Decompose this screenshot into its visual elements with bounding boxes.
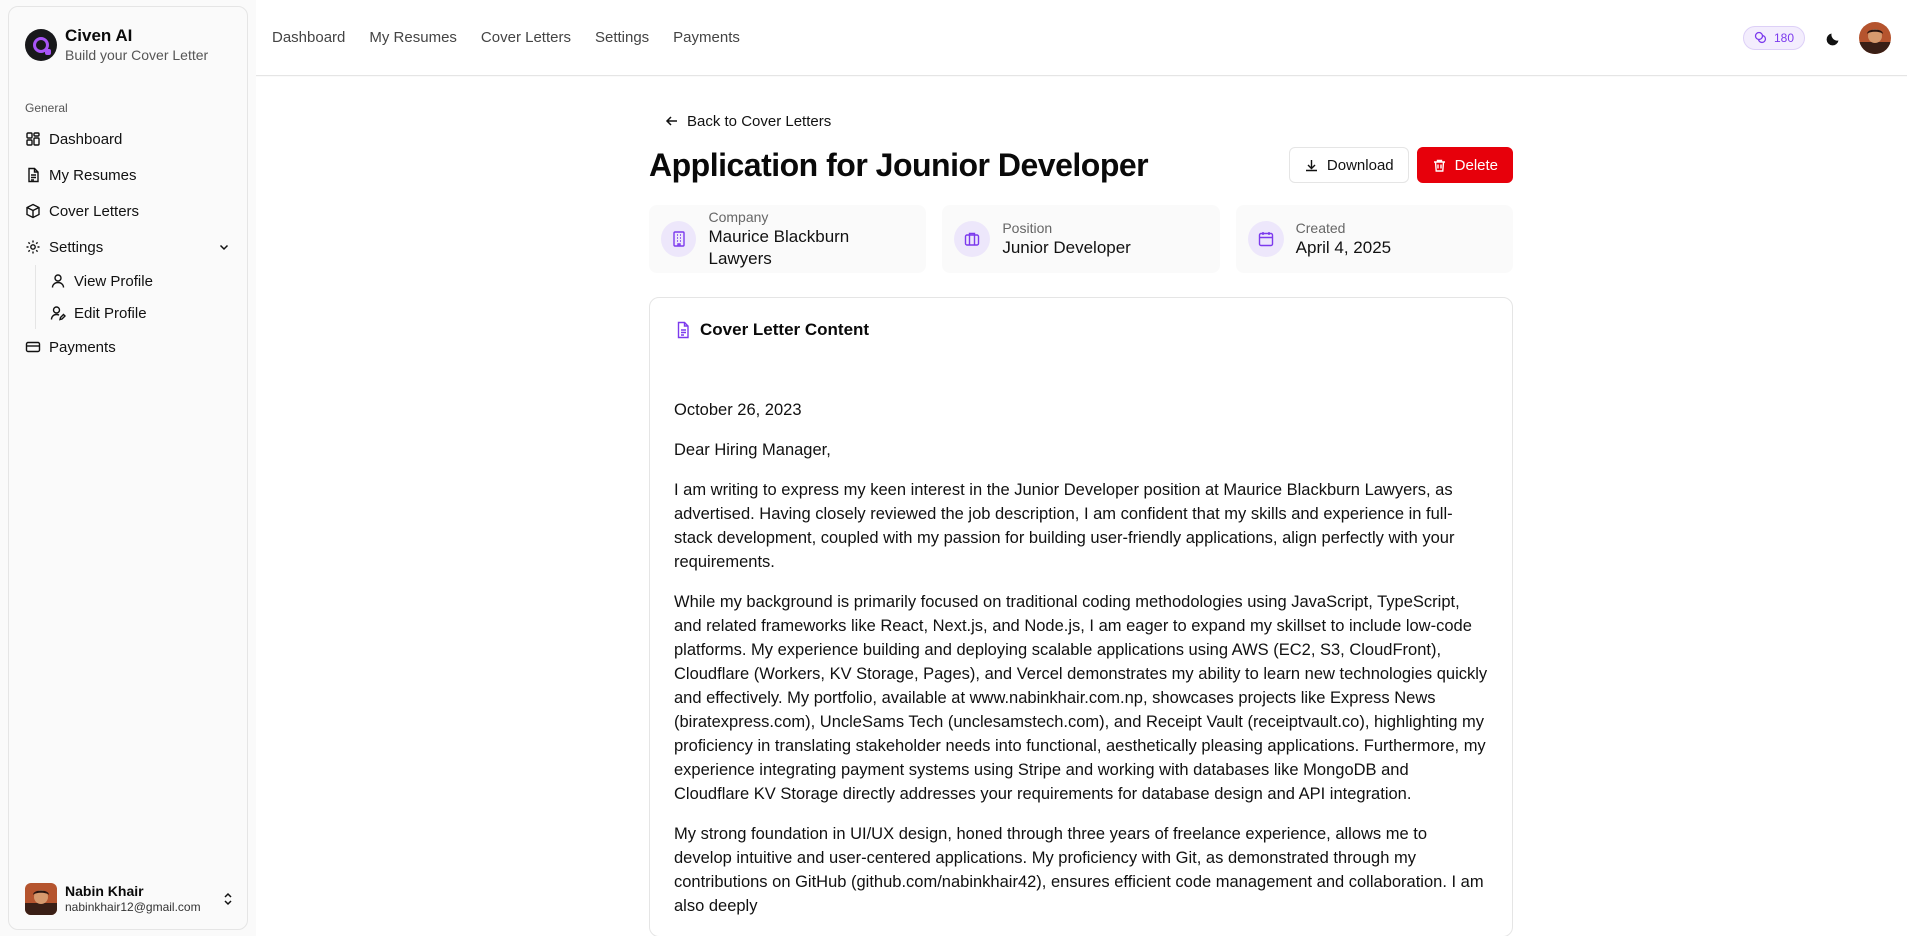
- info-label: Position: [1002, 220, 1053, 236]
- brand[interactable]: Civen AI Build your Cover Letter: [9, 7, 247, 67]
- info-label: Company: [708, 209, 769, 225]
- back-link-label: Back to Cover Letters: [687, 112, 832, 130]
- back-link[interactable]: Back to Cover Letters: [665, 111, 1513, 131]
- download-button[interactable]: Download: [1288, 147, 1409, 183]
- sidebar-group-label: General: [25, 101, 68, 115]
- chevron-down-icon[interactable]: [217, 240, 231, 254]
- topnav-dashboard[interactable]: Dashboard: [272, 29, 345, 46]
- sidebar-item-view-profile[interactable]: View Profile: [50, 265, 247, 297]
- sidebar-item-label: Cover Letters: [49, 202, 140, 220]
- sidebar-item-settings[interactable]: Settings: [9, 229, 247, 265]
- topnav-settings[interactable]: Settings: [595, 29, 649, 46]
- sidebar: Civen AI Build your Cover Letter General…: [8, 6, 248, 930]
- brand-logo-icon: [25, 29, 57, 61]
- delete-button[interactable]: Delete: [1416, 147, 1513, 183]
- info-label: Created: [1295, 220, 1346, 236]
- credits-count: 180: [1773, 30, 1794, 45]
- chevrons-up-down-icon: [224, 892, 232, 906]
- settings-submenu: View Profile Edit Profile: [35, 265, 247, 329]
- info-card-created: Created April 4, 2025: [1235, 205, 1513, 273]
- sidebar-item-label: Payments: [49, 338, 116, 356]
- top-nav: Dashboard My Resumes Cover Letters Setti…: [272, 29, 740, 46]
- package-icon: [26, 203, 40, 219]
- moon-icon[interactable]: [1825, 29, 1843, 47]
- info-card-position: Position Junior Developer: [942, 205, 1220, 273]
- sidebar-item-cover-letters[interactable]: Cover Letters: [9, 193, 247, 229]
- info-cards: Company Maurice Blackburn Lawyers Positi…: [649, 205, 1513, 273]
- calendar-icon: [1247, 221, 1284, 257]
- brand-subtitle: Build your Cover Letter: [65, 47, 209, 63]
- gear-icon: [26, 240, 40, 254]
- coins-icon: [1754, 31, 1767, 43]
- credits-badge[interactable]: 180: [1742, 25, 1805, 50]
- user-name: Nabin Khair: [65, 883, 144, 899]
- download-label: Download: [1326, 156, 1394, 174]
- info-value: Junior Developer: [1002, 238, 1131, 257]
- sidebar-item-label: Edit Profile: [74, 304, 147, 322]
- letter-salutation: Dear Hiring Manager,: [674, 441, 831, 459]
- letter-paragraph: I am writing to express my keen interest…: [674, 481, 1455, 571]
- sidebar-item-label: Dashboard: [49, 130, 123, 148]
- file-text-icon: [28, 167, 39, 183]
- sidebar-item-edit-profile[interactable]: Edit Profile: [50, 297, 247, 329]
- info-value: Maurice Blackburn Lawyers: [708, 227, 850, 268]
- cover-letter-card: Cover Letter Content October 26, 2023 De…: [649, 297, 1513, 936]
- user-email: nabinkhair12@gmail.com: [65, 900, 201, 914]
- topnav-cover-letters[interactable]: Cover Letters: [481, 29, 571, 46]
- briefcase-icon: [954, 221, 991, 257]
- user-menu[interactable]: Nabin Khair nabinkhair12@gmail.com: [9, 879, 247, 919]
- card-header: Cover Letter Content: [674, 320, 1488, 340]
- cover-letter-body: October 26, 2023 Dear Hiring Manager, I …: [674, 398, 1488, 918]
- page-title: Application for Jounior Developer: [649, 146, 1149, 183]
- topnav-my-resumes[interactable]: My Resumes: [369, 29, 457, 46]
- sidebar-item-label: View Profile: [74, 272, 153, 290]
- arrow-left-icon: [665, 116, 677, 126]
- user-icon: [51, 274, 65, 288]
- main-content: Back to Cover Letters Application for Jo…: [256, 77, 1907, 936]
- file-text-icon: [677, 321, 689, 339]
- info-value: April 4, 2025: [1295, 238, 1392, 257]
- brand-name: Civen AI: [65, 26, 133, 45]
- letter-paragraph: While my background is primarily focused…: [674, 593, 1488, 803]
- sidebar-item-payments[interactable]: Payments: [9, 329, 247, 365]
- building-icon: [661, 221, 697, 257]
- delete-label: Delete: [1454, 156, 1498, 174]
- trash-icon: [1433, 159, 1445, 172]
- grid-icon: [26, 132, 40, 146]
- user-pen-icon: [50, 306, 66, 321]
- letter-date: October 26, 2023: [674, 401, 802, 419]
- sidebar-item-dashboard[interactable]: Dashboard: [9, 121, 247, 157]
- credit-card-icon: [25, 341, 41, 353]
- sidebar-item-my-resumes[interactable]: My Resumes: [9, 157, 247, 193]
- user-avatar-button[interactable]: [1859, 21, 1891, 54]
- download-icon: [1305, 159, 1317, 171]
- letter-paragraph: My strong foundation in UI/UX design, ho…: [674, 825, 1484, 915]
- info-card-company: Company Maurice Blackburn Lawyers: [649, 205, 927, 273]
- top-bar: Dashboard My Resumes Cover Letters Setti…: [256, 0, 1907, 76]
- avatar: [25, 883, 57, 915]
- topnav-payments[interactable]: Payments: [673, 29, 740, 46]
- card-title: Cover Letter Content: [700, 320, 870, 339]
- sidebar-item-label: My Resumes: [49, 166, 137, 184]
- sidebar-item-label: Settings: [49, 238, 104, 256]
